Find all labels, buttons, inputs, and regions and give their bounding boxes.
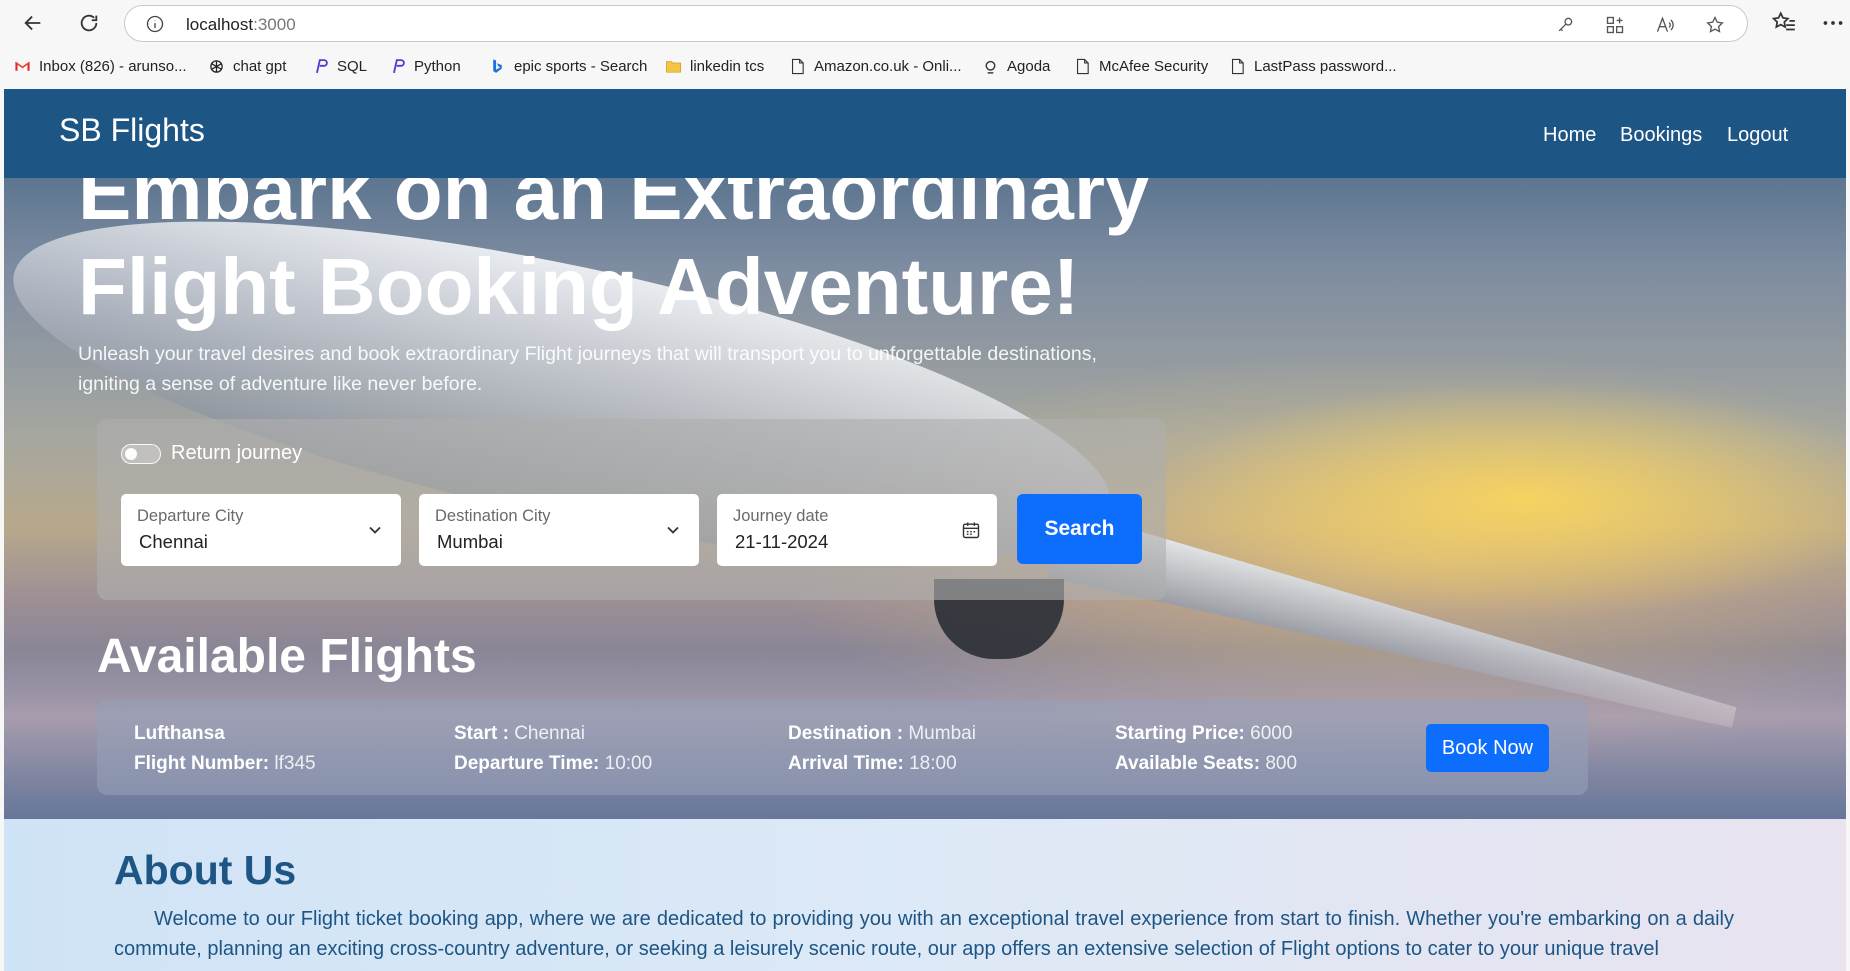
bookmark-label: linkedin tcs: [690, 58, 765, 75]
bookmark-label: chat gpt: [233, 58, 287, 75]
bookmark-amazon[interactable]: Amazon.co.uk - Onli...: [789, 58, 962, 75]
openai-icon: [210, 60, 223, 73]
more-options-icon[interactable]: [1820, 10, 1846, 36]
journey-date-label: Journey date: [733, 507, 829, 525]
start-label: Start :: [454, 723, 509, 744]
search-button[interactable]: Search: [1017, 494, 1142, 564]
available-flights-title: Available Flights: [97, 630, 477, 683]
arrival-time-value: 18:00: [909, 753, 957, 774]
agoda-icon: [985, 60, 996, 74]
page-icon: [1231, 58, 1244, 75]
read-aloud-icon[interactable]: [1655, 15, 1675, 35]
url-port: :3000: [253, 15, 296, 34]
chevron-down-icon: [369, 526, 381, 534]
bookmark-python[interactable]: Python: [389, 58, 461, 75]
flight-search-form: Return journey Departure City Chennai De…: [97, 419, 1166, 600]
bookmark-label: LastPass password...: [1254, 58, 1397, 75]
flight-destination-column: Destination : Mumbai Arrival Time: 18:00: [788, 719, 976, 779]
journey-date-input[interactable]: Journey date 21-11-2024: [717, 494, 997, 566]
page-icon: [1076, 58, 1089, 75]
bookmark-mcafee[interactable]: McAfee Security: [1074, 58, 1208, 75]
bookmark-inbox[interactable]: Inbox (826) - arunso...: [14, 58, 187, 75]
address-bar[interactable]: localhost:3000: [124, 5, 1748, 42]
url-host: localhost: [186, 15, 254, 34]
available-seats-label: Available Seats:: [1115, 753, 1261, 774]
info-icon[interactable]: [145, 14, 165, 34]
about-title: About Us: [114, 847, 297, 893]
bookmark-label: Inbox (826) - arunso...: [39, 58, 187, 75]
flight-card: Lufthansa Flight Number: lf345 Start : C…: [97, 700, 1588, 795]
bookmark-lastpass[interactable]: LastPass password...: [1229, 58, 1397, 75]
return-journey-toggle[interactable]: [121, 444, 161, 464]
bookmark-chat-gpt[interactable]: chat gpt: [208, 58, 286, 75]
destination-label: Destination :: [788, 723, 904, 744]
flight-airline-column: Lufthansa Flight Number: lf345: [134, 719, 316, 779]
apps-icon[interactable]: [1605, 15, 1625, 35]
brand-logo[interactable]: SB Flights: [59, 112, 205, 149]
flight-number-label: Flight Number:: [134, 753, 270, 774]
python-icon: [316, 59, 328, 74]
available-seats-value: 800: [1265, 753, 1298, 774]
airline-name: Lufthansa: [134, 723, 225, 744]
favorites-icon[interactable]: [1771, 10, 1797, 36]
page-icon: [791, 58, 804, 75]
starting-price-label: Starting Price:: [1115, 723, 1245, 744]
about-section: About Us Welcome to our Flight ticket bo…: [4, 819, 1846, 971]
about-text: Welcome to our Flight ticket booking app…: [114, 908, 1734, 960]
return-journey-label[interactable]: Return journey: [171, 442, 302, 465]
book-now-button[interactable]: Book Now: [1426, 724, 1549, 772]
hero-title-line-2: Flight Booking Adventure!: [78, 242, 1080, 331]
starting-price-value: 6000: [1250, 723, 1293, 744]
bookmark-label: epic sports - Search: [514, 58, 648, 75]
journey-date-value: 21-11-2024: [735, 531, 829, 552]
nav-link-bookings[interactable]: Bookings: [1620, 124, 1702, 147]
bookmark-label: Agoda: [1007, 58, 1051, 75]
calendar-icon[interactable]: [961, 520, 981, 540]
back-arrow-icon[interactable]: [18, 8, 48, 38]
destination-city-select[interactable]: Destination City Mumbai: [419, 494, 699, 566]
destination-value: Mumbai: [908, 723, 976, 744]
url-text[interactable]: localhost:3000: [186, 15, 296, 35]
key-icon[interactable]: [1555, 15, 1575, 35]
bookmark-sql[interactable]: SQL: [312, 58, 367, 75]
departure-city-select[interactable]: Departure City Chennai: [121, 494, 401, 566]
bing-icon: [493, 59, 502, 73]
bookmarks-bar: Inbox (826) - arunso... chat gpt SQL Pyt…: [0, 46, 1850, 88]
departure-city-label: Departure City: [137, 507, 244, 525]
nav-link-logout[interactable]: Logout: [1727, 124, 1788, 147]
bookmark-epic-sports[interactable]: epic sports - Search: [489, 58, 647, 75]
bookmark-label: SQL: [337, 58, 368, 75]
destination-city-label: Destination City: [435, 507, 551, 525]
chevron-down-icon: [667, 526, 679, 534]
bookmark-linkedin-tcs[interactable]: linkedin tcs: [665, 58, 764, 75]
departure-time-value: 10:00: [604, 753, 653, 774]
python-icon: [393, 59, 405, 74]
hero-subtitle: Unleash your travel desires and book ext…: [78, 343, 1097, 395]
destination-city-value: Mumbai: [437, 531, 503, 552]
browser-toolbar: localhost:3000: [0, 0, 1850, 46]
gmail-icon: [15, 61, 30, 71]
site-navbar: SB Flights Home Bookings Logout: [4, 89, 1846, 178]
bookmark-agoda[interactable]: Agoda: [982, 58, 1050, 75]
web-page: Embark on an Extraordinary Flight Bookin…: [4, 89, 1846, 971]
favorite-star-icon[interactable]: [1705, 15, 1725, 35]
departure-city-value: Chennai: [139, 531, 208, 552]
bookmark-label: McAfee Security: [1099, 58, 1209, 75]
arrival-time-label: Arrival Time:: [788, 753, 904, 774]
refresh-icon[interactable]: [74, 8, 104, 38]
bookmark-label: Python: [414, 58, 461, 75]
hero-section: Embark on an Extraordinary Flight Bookin…: [4, 89, 1846, 819]
flight-price-column: Starting Price: 6000 Available Seats: 80…: [1115, 719, 1297, 779]
departure-time-label: Departure Time:: [454, 753, 600, 774]
folder-icon: [666, 61, 681, 73]
flight-start-column: Start : Chennai Departure Time: 10:00: [454, 719, 652, 779]
start-value: Chennai: [514, 723, 585, 744]
nav-link-home[interactable]: Home: [1543, 124, 1596, 147]
bookmark-label: Amazon.co.uk - Onli...: [814, 58, 962, 75]
flight-number-value: lf345: [274, 753, 316, 774]
